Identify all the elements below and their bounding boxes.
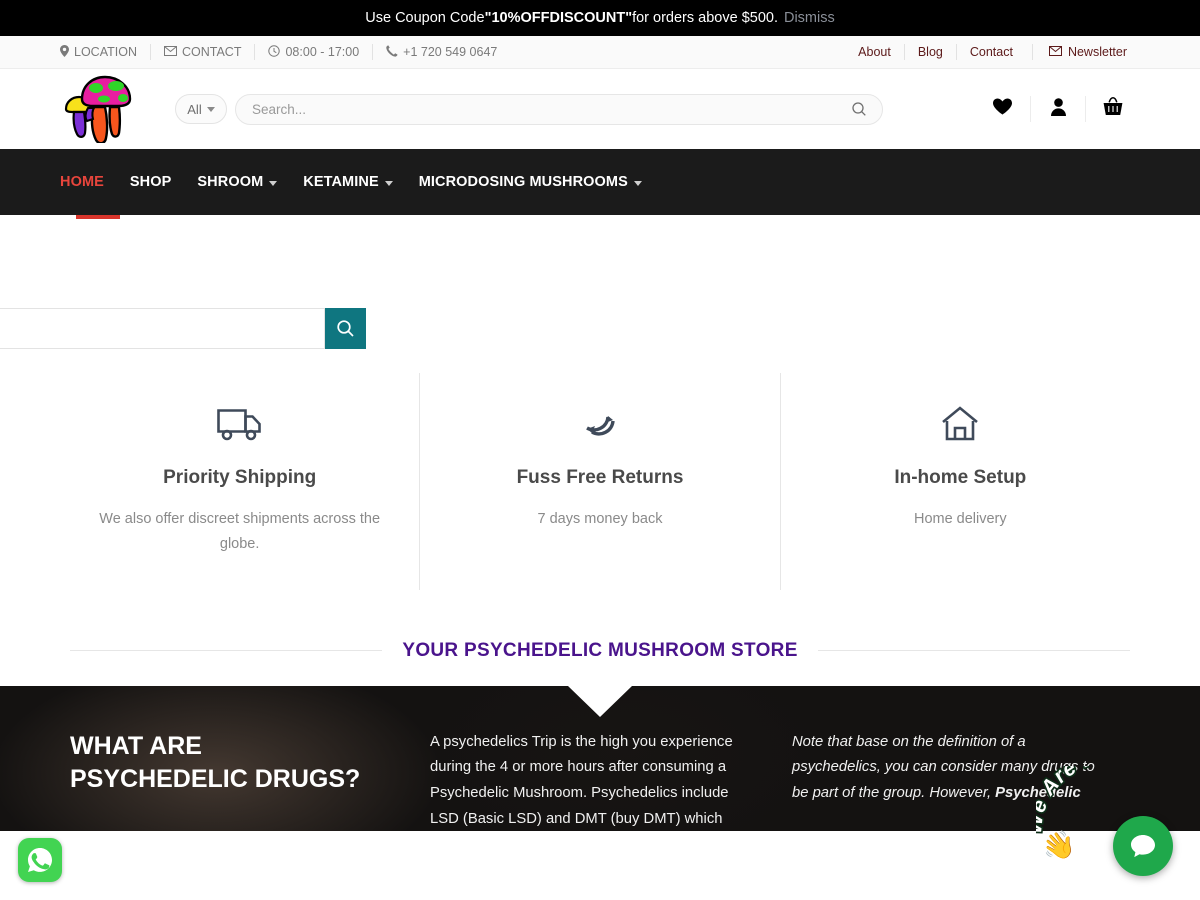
hero-heading: WHAT ARE PSYCHEDELIC DRUGS? [70, 731, 361, 793]
topbar-contact[interactable]: CONTACT [149, 44, 255, 60]
heading-rule-right [817, 650, 1131, 652]
features-section: Priority Shipping We also offer discreet… [0, 373, 1200, 590]
topbar-contact-label: CONTACT [181, 45, 242, 59]
map-pin-icon [60, 45, 69, 59]
nav-item-shop-label: SHOP [129, 174, 172, 190]
header-icon-group [975, 96, 1140, 122]
nav-item-shop[interactable]: SHOP [130, 174, 172, 190]
newsletter-label: Newsletter [1067, 45, 1127, 59]
hero-notch-arrow [568, 685, 632, 717]
top-info-bar: LOCATION CONTACT 08:00 - 17:00 +1 720 54… [0, 36, 1200, 69]
psychedelic-mushroom-logo[interactable] [60, 75, 132, 145]
section-heading: YOUR PSYCHEDELIC MUSHROOM STORE [0, 640, 1200, 662]
heading-rule-left [70, 650, 383, 652]
chat-bubble-button[interactable] [1113, 816, 1173, 876]
search-icon[interactable] [852, 102, 866, 116]
topbar-hours: 08:00 - 17:00 [254, 44, 372, 60]
home-house-icon [807, 401, 1114, 447]
feature-title: Fuss Free Returns [516, 467, 684, 488]
clipped-search-input[interactable] [0, 308, 325, 349]
delivery-truck-icon [86, 401, 393, 447]
hero-column-center: A psychedelics Trip is the high you expe… [430, 733, 733, 827]
main-navigation: HOME SHOP SHROOM KETAMINE MICRODOSING MU… [0, 149, 1200, 219]
topbar-location[interactable]: LOCATION [60, 44, 150, 60]
search-category-select[interactable]: All [175, 94, 227, 124]
top-info-right-group: About Blog Contact Newsletter [845, 44, 1140, 60]
feature-fuss-free-returns: Fuss Free Returns 7 days money back [419, 373, 779, 590]
clipped-search-widget [0, 285, 366, 349]
page-title: YOUR PSYCHEDELIC MUSHROOM STORE [402, 639, 798, 661]
site-header: All [0, 69, 1200, 149]
wishlist-button[interactable] [975, 96, 1030, 122]
hero-section: WHAT ARE PSYCHEDELIC DRUGS? A psychedeli… [0, 685, 1200, 831]
search-submit-button[interactable] [325, 308, 366, 349]
cart-button[interactable] [1085, 96, 1140, 122]
nav-item-ketamine-label: KETAMINE [303, 174, 379, 190]
cart-basket-icon [1103, 97, 1123, 121]
topbar-link-blog[interactable]: Blog [903, 44, 956, 60]
nav-item-home-label: HOME [60, 174, 104, 190]
header-search-group: All [175, 93, 883, 125]
chevron-down-icon [633, 180, 642, 186]
wishlist-heart-icon [993, 98, 1012, 120]
topbar-link-contact[interactable]: Contact [955, 44, 1026, 60]
coupon-text-suffix: for orders above $500. [632, 10, 778, 26]
nav-active-indicator [76, 215, 120, 219]
waving-hand-icon: 👋 [1039, 827, 1079, 865]
feature-description: Home delivery [913, 511, 1007, 527]
feature-description: We also offer discreet shipments across … [99, 511, 381, 553]
nav-item-home[interactable]: HOME [60, 174, 104, 190]
topbar-phone[interactable]: +1 720 549 0647 [372, 44, 510, 60]
feature-in-home-setup: In-home Setup Home delivery [779, 373, 1140, 590]
nav-item-microdosing-mushrooms[interactable]: MICRODOSING MUSHROOMS [419, 174, 642, 190]
feature-title: In-home Setup [894, 467, 1027, 488]
topbar-phone-label: +1 720 549 0647 [403, 45, 498, 59]
feature-priority-shipping: Priority Shipping We also offer discreet… [60, 373, 419, 590]
chevron-down-icon [269, 180, 278, 186]
chevron-down-icon [206, 106, 215, 112]
nav-item-microdosing-label: MICRODOSING MUSHROOMS [418, 174, 628, 190]
chat-widget-cluster: We Are Here! 👋 [1030, 766, 1190, 888]
clock-icon [268, 45, 281, 59]
nav-item-ketamine[interactable]: KETAMINE [303, 174, 393, 190]
coupon-text-prefix: Use Coupon Code [365, 10, 485, 26]
envelope-icon [163, 46, 177, 58]
coupon-announcement-bar: Use Coupon Code "10%OFFDISCOUNT" for ord… [0, 0, 1200, 36]
phone-icon [386, 45, 398, 59]
envelope-icon [1048, 46, 1062, 58]
feature-title: Priority Shipping [163, 467, 317, 488]
topbar-link-about[interactable]: About [845, 44, 904, 60]
nav-item-shroom[interactable]: SHROOM [197, 174, 278, 190]
topbar-link-newsletter[interactable]: Newsletter [1031, 44, 1140, 60]
search-category-value: All [187, 101, 202, 117]
refresh-returns-icon [446, 401, 753, 447]
header-search-box[interactable] [235, 93, 883, 125]
coupon-dismiss-link[interactable]: Dismiss [784, 10, 835, 26]
topbar-hours-label: 08:00 - 17:00 [285, 45, 360, 59]
nav-item-shroom-label: SHROOM [197, 174, 264, 190]
feature-description: 7 days money back [537, 511, 663, 527]
account-button[interactable] [1030, 96, 1085, 122]
chevron-down-icon [384, 180, 393, 186]
clipped-widget-row [0, 308, 366, 349]
account-person-icon [1050, 97, 1066, 121]
whatsapp-button[interactable] [18, 838, 62, 882]
top-info-left-group: LOCATION CONTACT 08:00 - 17:00 +1 720 54… [60, 44, 510, 60]
topbar-location-label: LOCATION [74, 45, 137, 59]
search-input[interactable] [252, 101, 852, 117]
coupon-code: "10%OFFDISCOUNT" [484, 10, 633, 26]
